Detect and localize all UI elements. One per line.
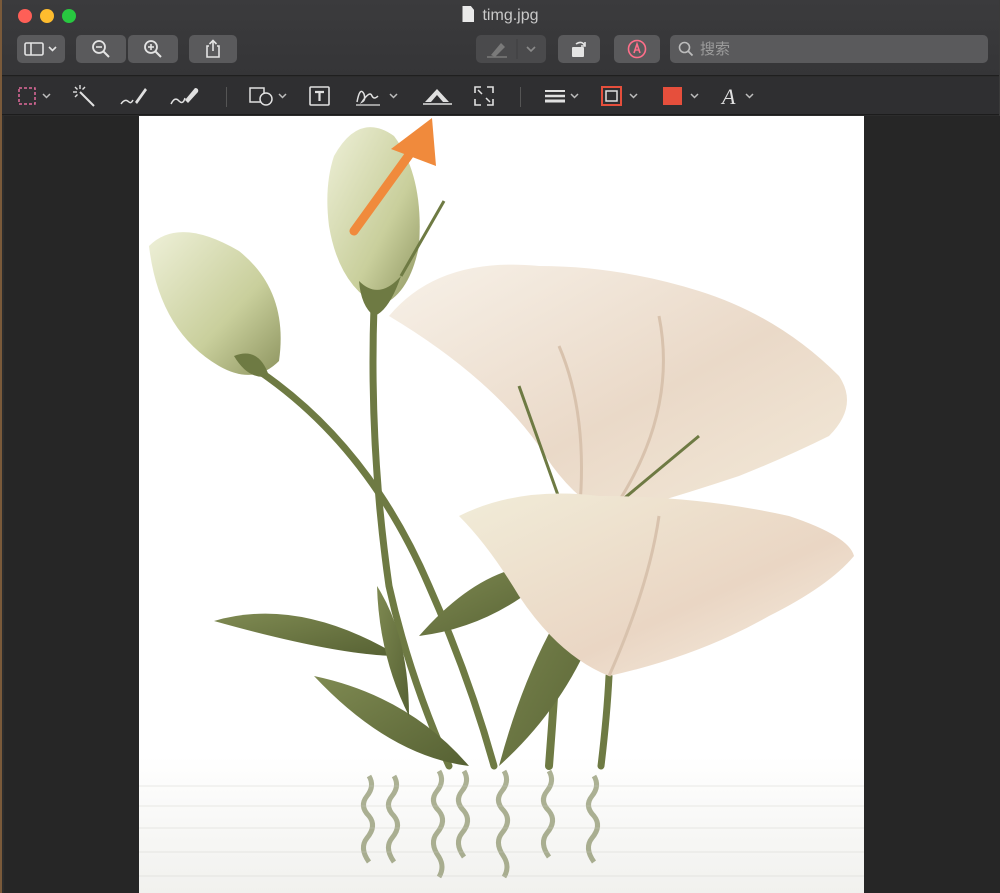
- rectangular-selection-icon: [18, 87, 51, 105]
- sketch-tool[interactable]: [119, 83, 149, 109]
- sidebar-icon: [24, 42, 57, 56]
- toolbar-separator: [226, 87, 227, 107]
- selection-tool[interactable]: [17, 83, 57, 109]
- annotation-arrow: [349, 118, 436, 236]
- share-icon: [206, 39, 220, 58]
- fill-color-tool[interactable]: [661, 83, 705, 109]
- adjust-color-tool[interactable]: [422, 83, 456, 109]
- sketch-icon: [120, 88, 147, 105]
- window-title-text: timg.jpg: [482, 7, 539, 24]
- rotate-icon: [572, 41, 586, 57]
- document-icon: [462, 6, 475, 22]
- instant-alpha-tool[interactable]: [72, 83, 98, 109]
- svg-text:A: A: [720, 84, 736, 108]
- adjust-size-tool[interactable]: [472, 83, 496, 109]
- preview-window: timg.jpg 搜索 A: [0, 0, 1000, 893]
- search-input[interactable]: [700, 40, 980, 58]
- window-title: timg.jpg: [2, 6, 999, 26]
- resize-icon: [474, 86, 494, 106]
- sign-tool[interactable]: [354, 83, 404, 109]
- text-box-icon: [309, 86, 330, 106]
- search-field[interactable]: [670, 35, 988, 63]
- draw-tool[interactable]: [169, 83, 201, 109]
- zoom-in-button[interactable]: [128, 35, 178, 63]
- fill-color-icon: [663, 87, 699, 105]
- line-weight-icon: [545, 90, 579, 103]
- pen-icon: [487, 39, 536, 59]
- text-style-tool[interactable]: A: [720, 83, 760, 109]
- zoom-in-icon: [144, 40, 162, 58]
- sidebar-view-button[interactable]: [17, 35, 65, 63]
- search-icon: [678, 41, 694, 57]
- rotate-button[interactable]: [558, 35, 600, 63]
- adjust-color-icon: [423, 89, 452, 105]
- draw-icon: [170, 88, 199, 105]
- signature-icon: [356, 90, 398, 106]
- toolbar-separator: [520, 87, 521, 107]
- highlight-button[interactable]: [476, 35, 546, 63]
- title-bar: timg.jpg: [2, 0, 999, 76]
- shape-style-tool[interactable]: [543, 83, 585, 109]
- image-view: [139, 116, 864, 893]
- border-color-tool[interactable]: [600, 83, 644, 109]
- zoom-out-icon: [92, 40, 110, 58]
- magic-wand-icon: [73, 85, 95, 107]
- zoom-out-button[interactable]: [76, 35, 126, 63]
- shapes-tool[interactable]: [248, 83, 292, 109]
- markup-toolbar: A: [2, 77, 999, 115]
- markup-icon: [627, 39, 647, 59]
- border-color-icon: [601, 86, 638, 106]
- font-icon: A: [720, 84, 754, 108]
- share-button[interactable]: [189, 35, 237, 63]
- markup-toolbar-button[interactable]: [614, 35, 660, 63]
- shapes-icon: [249, 87, 287, 106]
- text-tool[interactable]: [308, 83, 332, 109]
